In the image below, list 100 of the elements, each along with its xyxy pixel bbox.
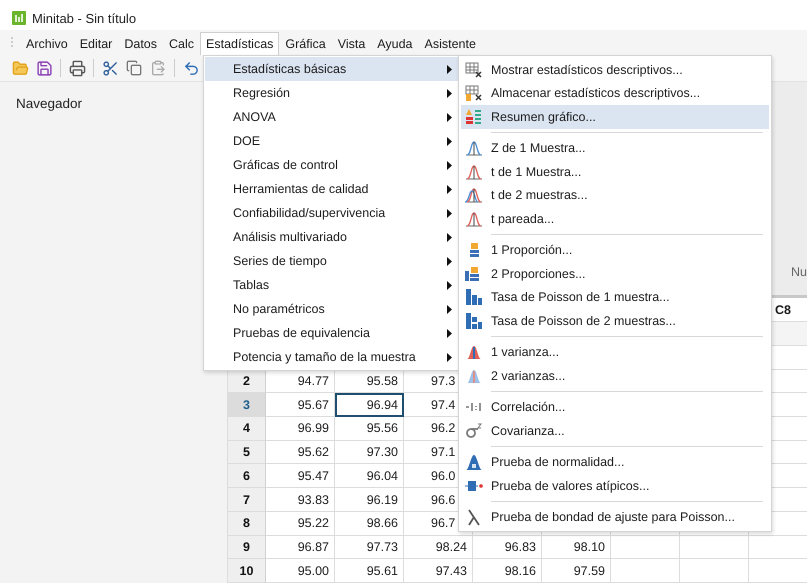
table-cell: 97.59 <box>542 559 611 583</box>
menu-item[interactable]: Mostrar estadísticos descriptivos... <box>461 58 769 82</box>
menu-item[interactable]: Vista <box>332 32 372 55</box>
submenu-arrow-icon <box>447 88 452 98</box>
menu-item[interactable]: Análisis multivariado <box>205 225 458 249</box>
menu-item[interactable]: Estadísticas <box>200 32 280 55</box>
table-cell: 93.83 <box>266 488 335 512</box>
menu-item[interactable]: t de 1 Muestra... <box>461 160 769 184</box>
menu-item[interactable]: Regresión <box>205 81 458 105</box>
menu-item[interactable]: Calc <box>163 32 200 55</box>
menu-item[interactable]: Tasa de Poisson de 2 muestras... <box>461 309 769 332</box>
menu-item[interactable]: Gráficas de control <box>205 153 458 177</box>
app-logo-icon <box>12 11 26 25</box>
table-cell: 96.94 <box>335 393 404 418</box>
menu-item[interactable]: Tablas <box>205 273 458 297</box>
print-icon[interactable] <box>67 58 87 78</box>
table-icon <box>465 60 483 79</box>
menu-item[interactable]: Confiabilidad/supervivencia <box>205 201 458 225</box>
menu-item[interactable]: Series de tiempo <box>205 249 458 273</box>
menu-item[interactable]: 1 Proporción... <box>461 238 769 262</box>
row-number[interactable]: 2 <box>228 370 266 394</box>
submenu-arrow-icon <box>447 304 452 314</box>
menu-item[interactable]: Gráfica <box>279 32 332 55</box>
row-number[interactable]: 7 <box>228 488 266 512</box>
bar-chart-icon <box>465 312 483 330</box>
menu-item[interactable]: Editar <box>74 32 118 55</box>
empty-cell <box>611 559 680 583</box>
menu-item[interactable]: Tasa de Poisson de 1 muestra... <box>461 286 769 309</box>
submenu-arrow-icon <box>447 280 452 290</box>
submenu-arrow-icon <box>447 328 452 338</box>
submenu-arrow-icon <box>447 256 452 266</box>
menu-item[interactable]: 2 Proporciones... <box>461 262 769 286</box>
menu-item[interactable]: ANOVA <box>205 105 458 129</box>
row-number[interactable]: 5 <box>228 440 266 464</box>
start-caption: Nu <box>791 265 807 279</box>
row-number[interactable]: 10 <box>228 559 266 583</box>
sigma-icon <box>465 422 483 440</box>
table-cell: 95.00 <box>266 559 335 583</box>
table-cell: 96.83 <box>473 536 542 560</box>
window-title: Minitab - Sin título <box>32 10 136 26</box>
table-cell: 95.61 <box>335 559 404 583</box>
bell-curve-icon <box>465 210 483 228</box>
row-number[interactable]: 9 <box>228 536 266 560</box>
menu-item[interactable]: DOE <box>205 129 458 153</box>
menu-item[interactable]: Pruebas de equivalencia <box>205 321 458 345</box>
table-cell: 98.10 <box>542 536 611 560</box>
row-number[interactable]: 3 <box>228 393 266 418</box>
menu-item[interactable]: Resumen gráfico... <box>461 105 769 128</box>
submenu-arrow-icon <box>447 184 452 194</box>
menu-item[interactable]: 1 varianza... <box>461 340 769 364</box>
bell-curve-icon <box>465 139 483 158</box>
menu-item[interactable]: Herramientas de calidad <box>205 177 458 201</box>
table-cell: 95.62 <box>266 440 335 464</box>
empty-cell <box>680 559 749 583</box>
menu-item[interactable]: Archivo <box>20 32 74 55</box>
table-cell: 96.19 <box>335 488 404 512</box>
empty-cell <box>611 536 680 560</box>
submenu-arrow-icon <box>447 64 452 74</box>
menu-item[interactable]: t pareada... <box>461 207 769 230</box>
submenu-arrow-icon <box>447 352 452 362</box>
table-cell: 95.67 <box>266 393 335 418</box>
menu-item[interactable]: Z de 1 Muestra... <box>461 136 769 160</box>
table-cell: 95.56 <box>335 417 404 441</box>
submenu-arrow-icon <box>447 232 452 242</box>
navigator-title: Navegador <box>16 96 82 111</box>
table-cell: 97.73 <box>335 536 404 560</box>
menu-item[interactable]: Datos <box>118 32 163 55</box>
submenu-arrow-icon <box>447 136 452 146</box>
bar-chart-icon <box>465 288 483 306</box>
menu-item[interactable]: t de 2 muestras... <box>461 184 769 207</box>
table-cell: 95.47 <box>266 464 335 488</box>
normal-curve-icon <box>465 453 483 472</box>
submenu-arrow-icon <box>447 160 452 170</box>
table-cell: 96.87 <box>266 536 335 560</box>
bell-curve-icon <box>465 343 483 362</box>
table-cell: 97.30 <box>335 440 404 464</box>
table-cell: 97.43 <box>404 559 473 583</box>
grip-icon <box>10 36 14 50</box>
submenu-arrow-icon <box>447 208 452 218</box>
bell-curve-icon <box>465 162 483 181</box>
menu-item[interactable]: No paramétricos <box>205 297 458 321</box>
table-cell: 98.16 <box>473 559 542 583</box>
copy-icon[interactable] <box>124 58 144 78</box>
bell-curve-icon <box>465 186 483 204</box>
menu-item[interactable]: Potencia y tamaño de la muestra <box>205 345 458 369</box>
menu-item[interactable]: Estadísticas básicas <box>205 57 458 81</box>
table-cell: 98.66 <box>335 512 404 536</box>
table-icon <box>465 84 483 102</box>
summary-chart-icon <box>465 108 483 126</box>
row-number[interactable]: 4 <box>228 417 266 441</box>
menu-item[interactable]: Almacenar estadísticos descriptivos... <box>461 82 769 105</box>
menu-item[interactable]: Asistente <box>418 32 482 55</box>
row-number[interactable]: 8 <box>228 512 266 536</box>
menu-item[interactable]: Ayuda <box>371 32 418 55</box>
submenu-arrow-icon <box>447 112 452 122</box>
box-plot-icon <box>465 480 483 491</box>
row-number[interactable]: 6 <box>228 464 266 488</box>
table-cell: 96.99 <box>266 417 335 441</box>
table-cell: 98.24 <box>404 536 473 560</box>
empty-cell <box>680 536 749 560</box>
